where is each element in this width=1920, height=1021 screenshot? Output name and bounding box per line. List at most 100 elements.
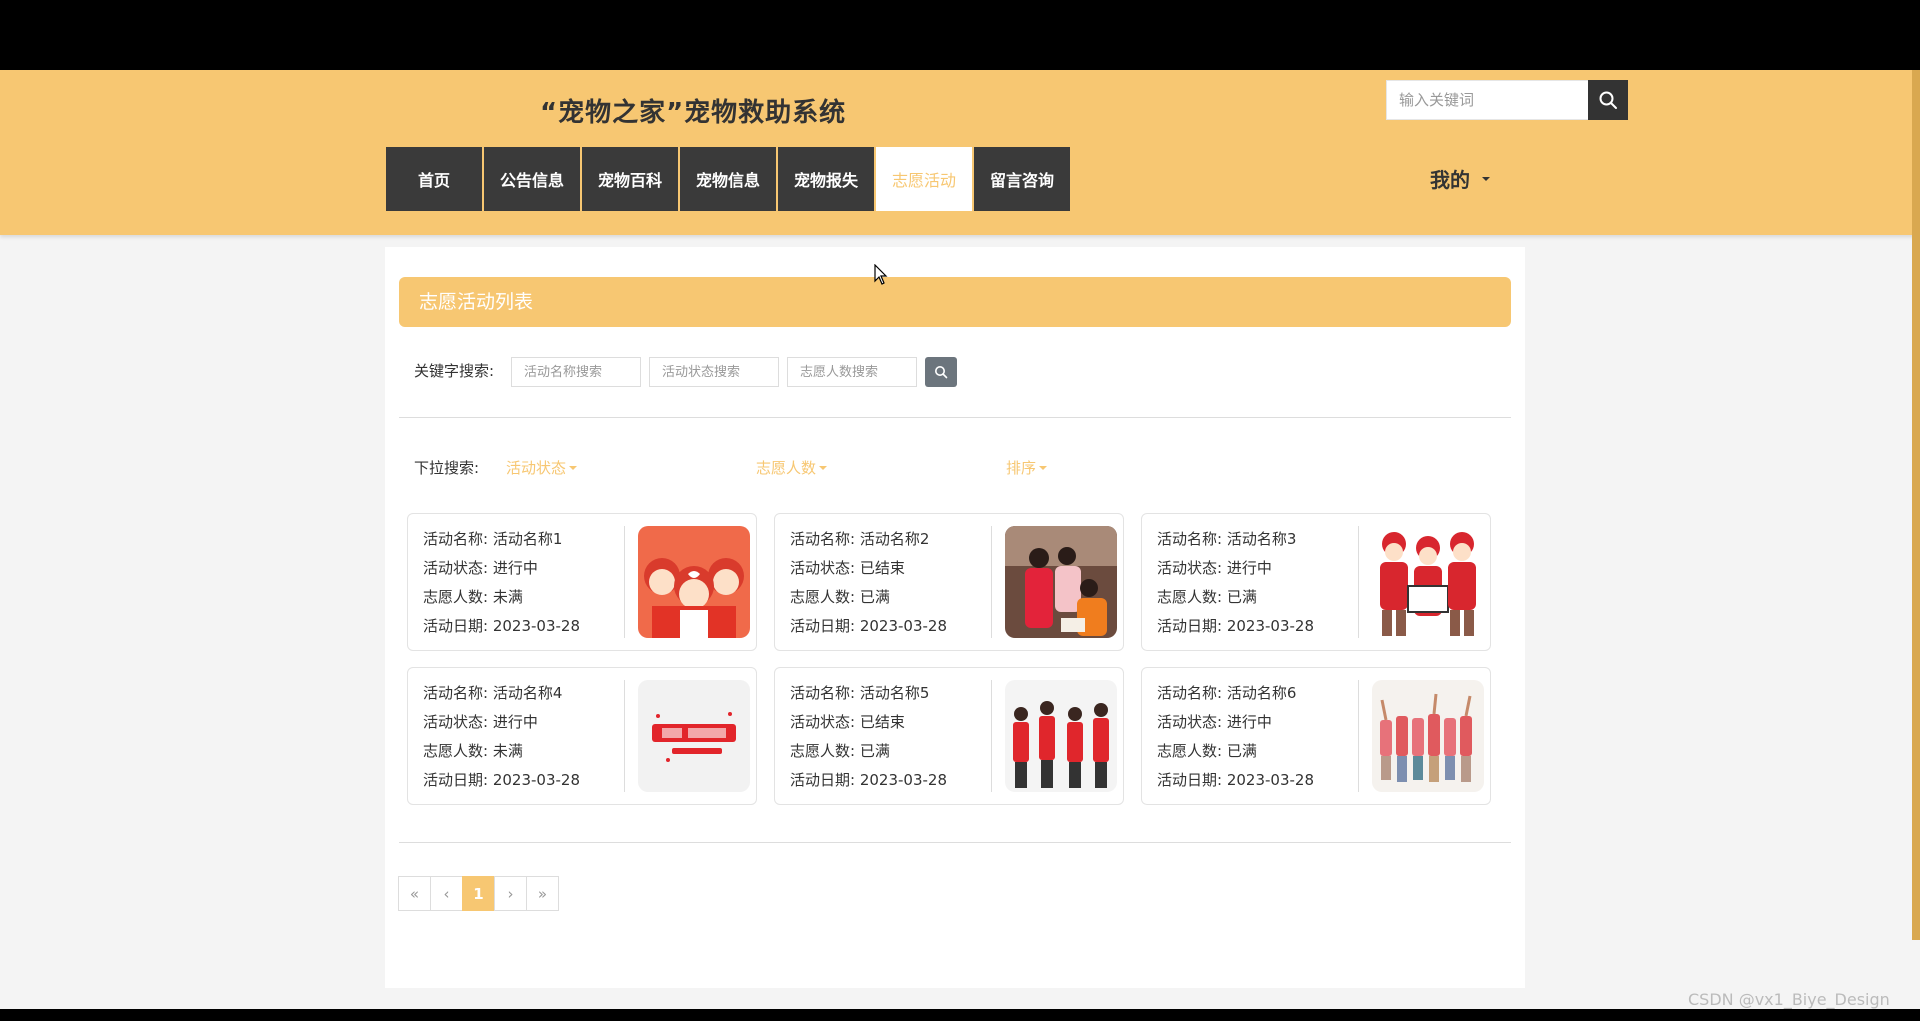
scrollbar[interactable] bbox=[1912, 70, 1920, 940]
name-label: 活动名称: bbox=[423, 530, 489, 548]
card-divider bbox=[1358, 680, 1359, 792]
caret-down-icon bbox=[569, 465, 578, 470]
nav-item-pet-info[interactable]: 宠物信息 bbox=[680, 147, 776, 211]
volunteers-label: 志愿人数: bbox=[423, 742, 489, 760]
sort-dropdown[interactable]: 排序 bbox=[1006, 457, 1048, 478]
main-content: 志愿活动列表 关键字搜索: 下拉搜索: 活动状态 志愿人数 排序 活动名称: 活… bbox=[385, 247, 1525, 988]
volunteer-count: 已满 bbox=[859, 588, 890, 606]
user-menu-label: 我的 bbox=[1430, 168, 1470, 192]
current-page-button[interactable]: 1 bbox=[462, 876, 495, 911]
keyword-search-label: 关键字搜索: bbox=[414, 362, 495, 380]
status-label: 活动状态: bbox=[1157, 559, 1223, 577]
search-icon bbox=[1599, 91, 1617, 109]
activity-status: 已结束 bbox=[859, 559, 905, 577]
activity-card[interactable]: 活动名称: 活动名称6 活动状态: 进行中 志愿人数: 已满 活动日期: 202… bbox=[1141, 667, 1491, 805]
volunteer-count: 未满 bbox=[492, 588, 523, 606]
name-label: 活动名称: bbox=[1157, 530, 1223, 548]
status-dropdown[interactable]: 活动状态 bbox=[506, 457, 578, 478]
activity-date: 2023-03-28 bbox=[859, 771, 948, 789]
card-divider bbox=[991, 526, 992, 638]
activity-status: 进行中 bbox=[1226, 713, 1272, 731]
user-menu[interactable]: 我的 bbox=[1430, 164, 1490, 193]
volunteer-count: 已满 bbox=[1226, 588, 1257, 606]
date-label: 活动日期: bbox=[790, 617, 856, 635]
caret-down-icon bbox=[1482, 176, 1490, 181]
volunteers-label: 志愿人数: bbox=[1157, 742, 1223, 760]
volunteer-count-dropdown[interactable]: 志愿人数 bbox=[756, 457, 828, 478]
name-label: 活动名称: bbox=[423, 684, 489, 702]
activity-name-search-input[interactable] bbox=[511, 357, 641, 387]
activity-date: 2023-03-28 bbox=[492, 617, 581, 635]
activity-status: 进行中 bbox=[492, 559, 538, 577]
status-label: 活动状态: bbox=[423, 713, 489, 731]
activity-name: 活动名称1 bbox=[492, 530, 563, 548]
keyword-search-button[interactable] bbox=[925, 357, 957, 387]
card-divider bbox=[991, 680, 992, 792]
volunteers-label: 志愿人数: bbox=[423, 588, 489, 606]
date-label: 活动日期: bbox=[1157, 617, 1223, 635]
nav-item-pet-encyclopedia[interactable]: 宠物百科 bbox=[582, 147, 678, 211]
activity-status: 进行中 bbox=[1226, 559, 1272, 577]
activity-date: 2023-03-28 bbox=[1226, 771, 1315, 789]
card-divider bbox=[624, 526, 625, 638]
nav-item-home[interactable]: 首页 bbox=[386, 147, 482, 211]
volunteer-group-image bbox=[1005, 680, 1117, 792]
nav-item-volunteer-activities[interactable]: 志愿活动 bbox=[876, 147, 972, 211]
activity-status-search-input[interactable] bbox=[649, 357, 779, 387]
activity-card[interactable]: 活动名称: 活动名称2 活动状态: 已结束 志愿人数: 已满 活动日期: 202… bbox=[774, 513, 1124, 651]
divider bbox=[399, 842, 1511, 843]
nav-item-announcements[interactable]: 公告信息 bbox=[484, 147, 580, 211]
activity-name: 活动名称6 bbox=[1226, 684, 1297, 702]
header-search-button[interactable] bbox=[1588, 80, 1628, 120]
main-nav: 首页 公告信息 宠物百科 宠物信息 宠物报失 志愿活动 留言咨询 bbox=[386, 147, 1070, 211]
volunteer-photo-image bbox=[1005, 526, 1117, 638]
volunteer-team-image bbox=[1372, 526, 1484, 638]
card-divider bbox=[1358, 526, 1359, 638]
activity-card[interactable]: 活动名称: 活动名称1 活动状态: 进行中 志愿人数: 未满 活动日期: 202… bbox=[407, 513, 757, 651]
volunteers-label: 志愿人数: bbox=[1157, 588, 1223, 606]
pagination: « ‹ 1 › » bbox=[398, 876, 559, 911]
caret-down-icon bbox=[819, 465, 828, 470]
date-label: 活动日期: bbox=[423, 771, 489, 789]
volunteer-count-search-input[interactable] bbox=[787, 357, 917, 387]
volunteer-kids-image bbox=[638, 526, 750, 638]
bottom-black-bar bbox=[0, 1009, 1920, 1021]
name-label: 活动名称: bbox=[790, 684, 856, 702]
next-page-button[interactable]: › bbox=[494, 876, 527, 911]
volunteers-label: 志愿人数: bbox=[790, 742, 856, 760]
site-title: “宠物之家”宠物救助系统 bbox=[540, 98, 847, 128]
volunteer-count-dropdown-label: 志愿人数 bbox=[756, 459, 817, 477]
divider bbox=[399, 417, 1511, 418]
nav-item-messages[interactable]: 留言咨询 bbox=[974, 147, 1070, 211]
status-dropdown-label: 活动状态 bbox=[506, 459, 567, 477]
activity-status: 已结束 bbox=[859, 713, 905, 731]
status-label: 活动状态: bbox=[790, 559, 856, 577]
volunteers-label: 志愿人数: bbox=[790, 588, 856, 606]
status-label: 活动状态: bbox=[423, 559, 489, 577]
activity-name: 活动名称5 bbox=[859, 684, 930, 702]
activity-card[interactable]: 活动名称: 活动名称3 活动状态: 进行中 志愿人数: 已满 活动日期: 202… bbox=[1141, 513, 1491, 651]
first-page-button[interactable]: « bbox=[398, 876, 431, 911]
activity-date: 2023-03-28 bbox=[859, 617, 948, 635]
status-label: 活动状态: bbox=[1157, 713, 1223, 731]
volunteer-count: 未满 bbox=[492, 742, 523, 760]
activity-card[interactable]: 活动名称: 活动名称5 活动状态: 已结束 志愿人数: 已满 活动日期: 202… bbox=[774, 667, 1124, 805]
top-black-bar bbox=[0, 0, 1920, 70]
prev-page-button[interactable]: ‹ bbox=[430, 876, 463, 911]
volunteer-count: 已满 bbox=[859, 742, 890, 760]
volunteer-banner-image bbox=[638, 680, 750, 792]
last-page-button[interactable]: » bbox=[526, 876, 559, 911]
volunteer-crowd-image bbox=[1372, 680, 1484, 792]
activity-status: 进行中 bbox=[492, 713, 538, 731]
name-label: 活动名称: bbox=[790, 530, 856, 548]
activity-name: 活动名称4 bbox=[492, 684, 563, 702]
search-icon bbox=[935, 366, 948, 379]
site-header: “宠物之家”宠物救助系统 首页 公告信息 宠物百科 宠物信息 宠物报失 志愿活动… bbox=[0, 70, 1920, 235]
nav-item-lost-pets[interactable]: 宠物报失 bbox=[778, 147, 874, 211]
activity-card[interactable]: 活动名称: 活动名称4 活动状态: 进行中 志愿人数: 未满 活动日期: 202… bbox=[407, 667, 757, 805]
card-divider bbox=[624, 680, 625, 792]
dropdown-search-label: 下拉搜索: bbox=[414, 459, 480, 477]
activity-date: 2023-03-28 bbox=[1226, 617, 1315, 635]
volunteer-count: 已满 bbox=[1226, 742, 1257, 760]
date-label: 活动日期: bbox=[1157, 771, 1223, 789]
